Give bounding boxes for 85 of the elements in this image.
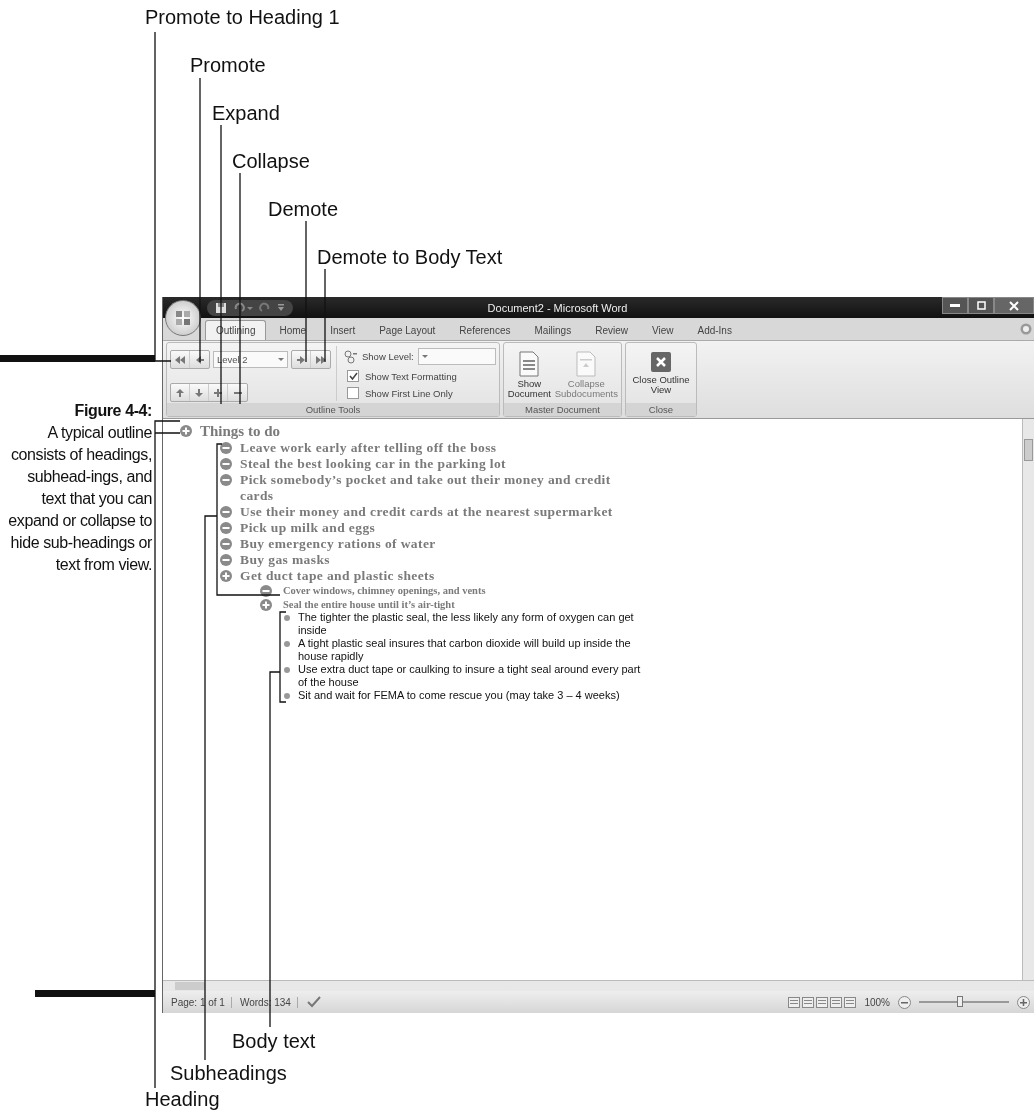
callout-label: Demote to Body Text bbox=[317, 246, 503, 269]
view-mode-icon[interactable] bbox=[802, 996, 815, 1008]
close-button[interactable] bbox=[994, 297, 1034, 314]
callout-label: Promote bbox=[190, 54, 266, 77]
view-mode-icon[interactable] bbox=[788, 996, 801, 1008]
outline-body-text: The tighter the plastic seal, the less likely any form of oxygen can get inside bbox=[298, 611, 635, 637]
ribbon-tab[interactable]: View bbox=[640, 320, 685, 340]
outline-heading: Pick somebody’s pocket and take out their money and credit cards bbox=[240, 472, 612, 504]
outline-heading: Seal the entire house until it’s air-tight bbox=[283, 597, 455, 611]
view-mode-icon[interactable] bbox=[844, 996, 857, 1008]
view-mode-icon[interactable] bbox=[816, 996, 829, 1008]
group-label: Close bbox=[626, 403, 696, 416]
ribbon-tab[interactable]: Mailings bbox=[523, 320, 583, 340]
minimize-button[interactable] bbox=[942, 297, 968, 314]
checkbox[interactable]: Show First Line Only bbox=[344, 387, 496, 399]
outline-heading: Things to do bbox=[200, 423, 281, 440]
help-icon[interactable] bbox=[1020, 323, 1032, 335]
checkmark-icon bbox=[348, 371, 358, 381]
maximize-button[interactable] bbox=[968, 297, 994, 314]
bullet-icon bbox=[284, 641, 290, 647]
minimize-icon bbox=[950, 303, 960, 308]
bullet-icon bbox=[284, 667, 290, 673]
group-label: Outline Tools bbox=[167, 403, 499, 416]
callout-label: Expand bbox=[212, 102, 280, 125]
bullet-icon bbox=[284, 615, 290, 621]
zoom-level[interactable]: 100% bbox=[864, 996, 890, 1008]
outline-heading: Get duct tape and plastic sheets bbox=[240, 568, 436, 584]
undo-icon[interactable] bbox=[233, 301, 253, 314]
outline-body-text: A tight plastic seal insures that carbon dioxide will build up inside the house rapidly bbox=[298, 637, 632, 663]
outline-heading: Pick up milk and eggs bbox=[240, 520, 377, 536]
ribbon-tab[interactable]: Add-Ins bbox=[686, 320, 743, 340]
outline-heading: Cover windows, chimney openings, and vents bbox=[283, 584, 486, 598]
outline-body-text: Use extra duct tape or caulking to insure a tight seal around every part of the house bbox=[298, 663, 642, 689]
group-label: Master Document bbox=[504, 403, 621, 416]
close-outline-view-button[interactable]: Close Outline View bbox=[629, 346, 693, 403]
ribbon-big-button[interactable]: Show Document bbox=[507, 346, 552, 403]
page-count[interactable]: Page: 1 of 1 bbox=[171, 996, 232, 1008]
outline-heading: Use their money and credit cards at the nearest supermarket bbox=[240, 504, 614, 520]
ribbon-tab[interactable]: Insert bbox=[319, 320, 367, 340]
bullet-icon bbox=[284, 693, 290, 699]
grid-logo-icon bbox=[174, 309, 192, 327]
redo-icon[interactable] bbox=[259, 301, 271, 314]
outline-heading: Steal the best looking car in the parking lot bbox=[240, 456, 508, 472]
window-title: Document2 - Microsoft Word bbox=[486, 301, 629, 314]
up-arrow-icon bbox=[175, 387, 185, 398]
checkbox[interactable]: Show Text Formatting bbox=[344, 370, 496, 382]
callout-label: Demote bbox=[268, 198, 339, 221]
document-icon bbox=[519, 351, 540, 377]
document-icon bbox=[576, 351, 597, 377]
close-icon bbox=[1009, 300, 1019, 311]
save-icon[interactable] bbox=[215, 301, 227, 314]
close-box-icon bbox=[650, 351, 672, 373]
right-arrow-icon bbox=[296, 354, 306, 365]
zoom-out-icon[interactable] bbox=[898, 995, 911, 1009]
outline-heading: Buy gas masks bbox=[240, 552, 331, 568]
collapse-minus-icon[interactable] bbox=[220, 442, 232, 454]
expand-plus-icon[interactable] bbox=[220, 570, 232, 582]
down-arrow-icon bbox=[194, 387, 204, 398]
show-level-label: Show Level: bbox=[362, 351, 414, 362]
callout-label: Heading bbox=[145, 1088, 220, 1111]
caret-icon bbox=[421, 354, 428, 359]
vertical-scrollbar[interactable] bbox=[1022, 419, 1034, 980]
expand-plus-icon[interactable] bbox=[180, 425, 192, 437]
callout-label: Subheadings bbox=[170, 1062, 287, 1085]
figure-caption: Figure 4-4: A typical outline consists of headings, subhead-ings, and text that you can expand or collapse to hide sub-headings or text from view. bbox=[7, 401, 152, 575]
proofing-check-icon[interactable] bbox=[305, 996, 322, 1008]
double-left-arrow-icon bbox=[173, 354, 187, 365]
view-mode-icon[interactable] bbox=[830, 996, 843, 1008]
ribbon-tab[interactable]: Review bbox=[584, 320, 639, 340]
callout-label: Collapse bbox=[232, 150, 310, 173]
callout-label: Promote to Heading 1 bbox=[145, 6, 340, 29]
show-level-icon bbox=[344, 349, 358, 364]
outline-body-text: Sit and wait for FEMA to come rescue you (may take 3 – 4 weeks) bbox=[298, 689, 621, 702]
outline-heading: Buy emergency rations of water bbox=[240, 536, 437, 552]
zoom-in-icon[interactable] bbox=[1017, 995, 1030, 1009]
ribbon-tab[interactable]: References bbox=[448, 320, 522, 340]
maximize-icon bbox=[976, 301, 986, 310]
callout-label: Body text bbox=[232, 1030, 316, 1053]
outline-heading: Leave work early after telling off the boss bbox=[240, 440, 498, 456]
horizontal-scrollbar[interactable] bbox=[163, 980, 1034, 991]
plus-icon bbox=[213, 387, 223, 398]
ribbon-tab[interactable]: Page Layout bbox=[368, 320, 447, 340]
caret-icon bbox=[278, 357, 284, 362]
collapse-minus-icon[interactable] bbox=[260, 585, 272, 597]
customize-caret-icon[interactable] bbox=[277, 302, 285, 313]
